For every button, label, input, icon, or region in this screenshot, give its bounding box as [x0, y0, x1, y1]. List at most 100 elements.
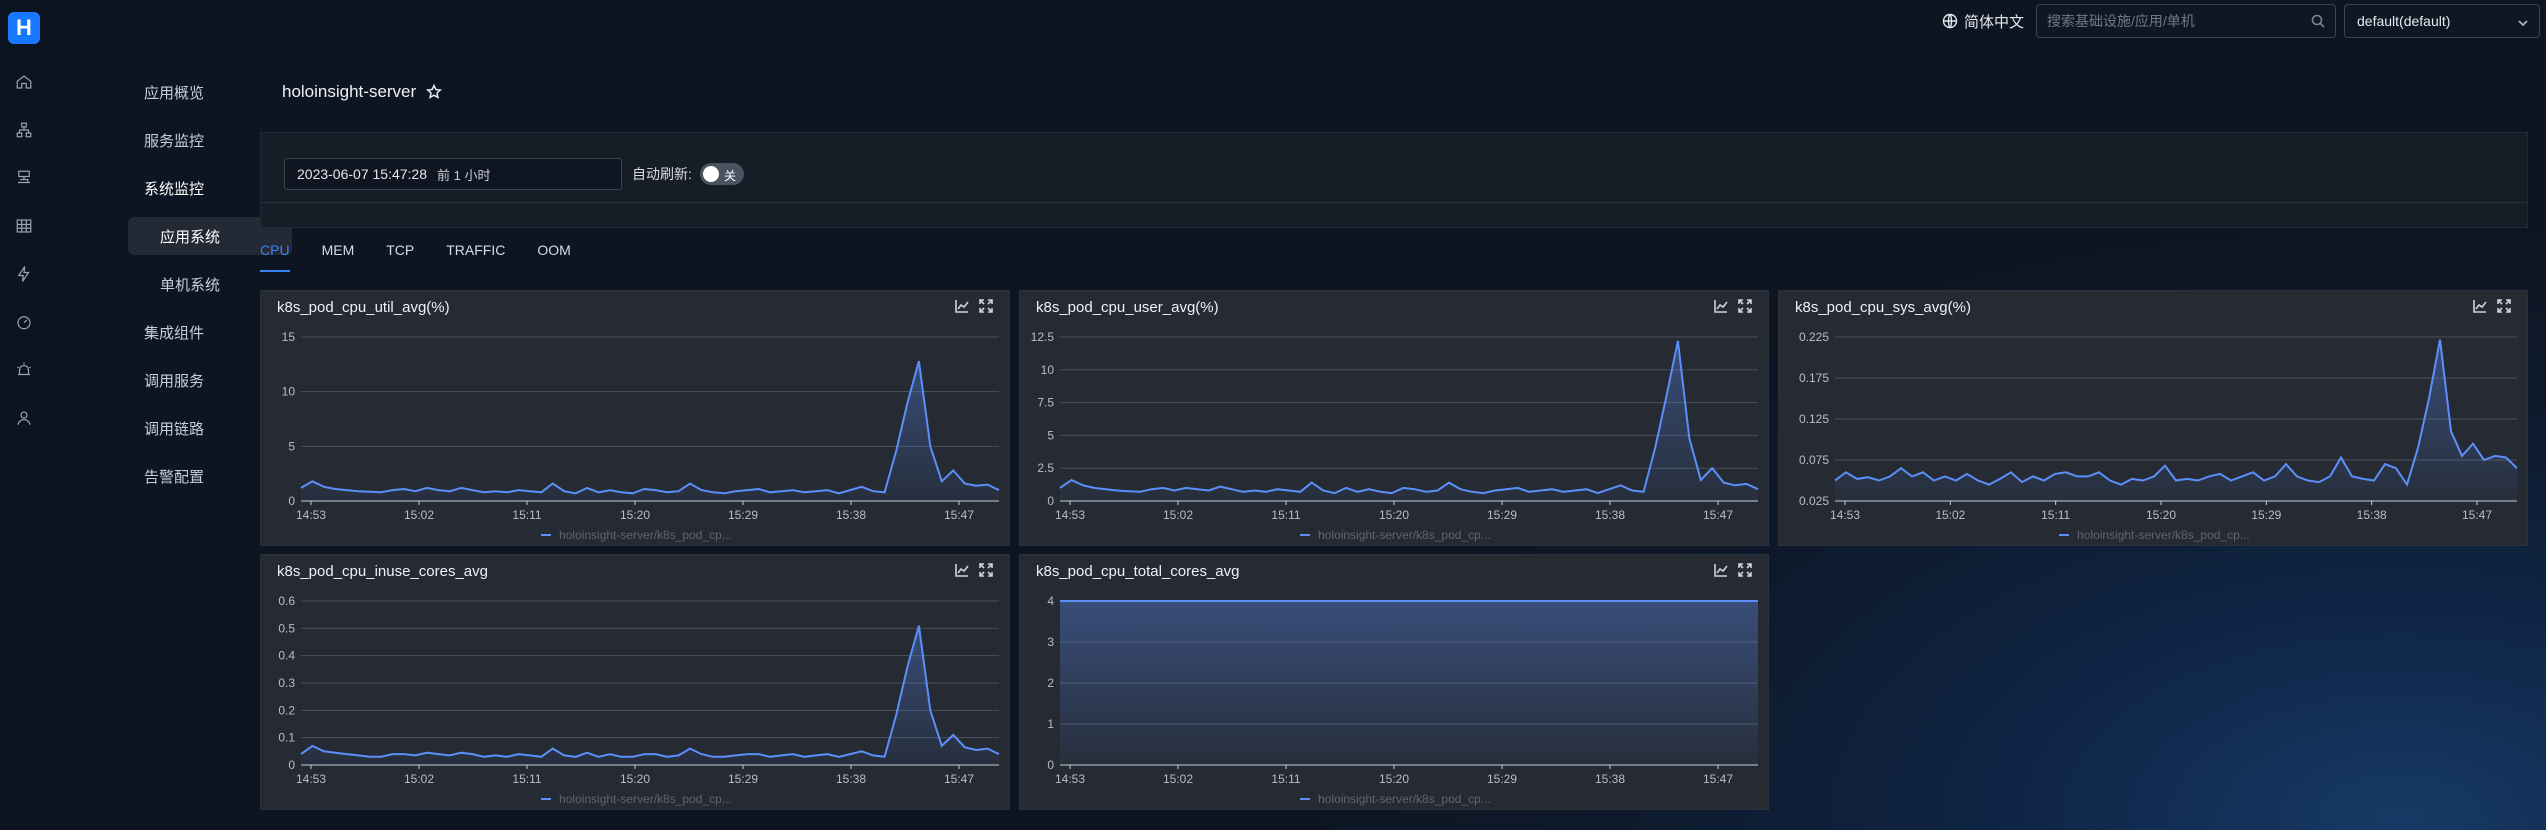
y-tick-label: 0: [1047, 494, 1054, 508]
search-icon[interactable]: [2311, 14, 2325, 28]
star-icon[interactable]: [426, 84, 443, 100]
chart-actions: [947, 299, 995, 315]
y-tick-label: 0.225: [1799, 330, 1829, 344]
server-icon[interactable]: [12, 166, 36, 190]
x-tick-label: 15:11: [512, 508, 541, 522]
x-tick-label: 14:53: [1055, 772, 1085, 786]
x-tick-label: 15:38: [2357, 508, 2387, 522]
x-tick-label: 15:20: [1379, 772, 1409, 786]
toggle-label: 关: [724, 169, 737, 183]
line-chart-icon[interactable]: [1714, 563, 1730, 579]
fullscreen-icon[interactable]: [979, 563, 995, 579]
chart-plot: 0.025 0.075 0.125 0.175 0.225 14:53 15:02 15:11…: [1799, 330, 2518, 542]
x-tick-label: 14:53: [296, 508, 326, 522]
chart-card-cpu-sys: k8s_pod_cpu_sys_avg(%) 0.025 0.075 0.125 0.1…: [1778, 290, 2528, 546]
x-tick-label: 15:02: [1163, 772, 1193, 786]
tab-traffic[interactable]: TRAFFIC: [446, 240, 505, 272]
chart-card-cpu-user: k8s_pod_cpu_user_avg(%) 0 2.5 5 7.5 10 12.5 14:…: [1019, 290, 1769, 546]
toggle-knob: [703, 166, 719, 182]
page-title: holoinsight-server: [282, 82, 443, 102]
tab-mem[interactable]: MEM: [322, 240, 355, 272]
table-icon[interactable]: [12, 214, 36, 238]
y-tick-label: 10: [1041, 363, 1055, 377]
alarm-icon[interactable]: [12, 358, 36, 382]
fullscreen-icon[interactable]: [1738, 299, 1754, 315]
x-tick-label: 15:11: [2041, 508, 2070, 522]
y-tick-label: 2: [1047, 676, 1054, 690]
time-range-picker[interactable]: 2023-06-07 15:47:28 前 1 小时: [284, 158, 622, 190]
line-chart-icon[interactable]: [1714, 299, 1730, 315]
x-tick-label: 15:38: [836, 508, 866, 522]
x-tick-label: 15:29: [728, 508, 758, 522]
metric-tabs: CPU MEM TCP TRAFFIC OOM: [260, 240, 603, 272]
y-tick-label: 0: [288, 494, 295, 508]
x-tick-label: 14:53: [1055, 508, 1085, 522]
dashboard-icon[interactable]: [12, 310, 36, 334]
chart-title: k8s_pod_cpu_inuse_cores_avg: [277, 563, 488, 580]
x-tick-label: 15:47: [2462, 508, 2492, 522]
menu-item-label: 调用链路: [144, 420, 205, 438]
x-tick-label: 15:20: [2146, 508, 2176, 522]
search-input[interactable]: [2037, 5, 2307, 37]
lightning-icon[interactable]: [12, 262, 36, 286]
y-tick-label: 0.2: [278, 703, 295, 717]
legend-label[interactable]: holoinsight-server/k8s_pod_cp...: [1318, 792, 1491, 806]
menu-item-app-overview[interactable]: 应用概览: [96, 73, 292, 111]
side-menu: 应用概览 服务监控 系统监控 应用系统 单机系统 集成组件 调用服务 调用链路 …: [48, 0, 292, 830]
chart-title: k8s_pod_cpu_total_cores_avg: [1036, 563, 1240, 580]
y-tick-label: 0.1: [278, 731, 295, 745]
x-tick-label: 15:11: [1271, 772, 1300, 786]
tab-cpu[interactable]: CPU: [260, 240, 290, 272]
chart-actions: [2465, 299, 2513, 315]
y-tick-label: 0.5: [278, 621, 295, 635]
line-chart-icon[interactable]: [955, 563, 971, 579]
x-tick-label: 15:20: [620, 508, 650, 522]
menu-item-label: 应用概览: [144, 84, 205, 102]
fullscreen-icon[interactable]: [2497, 299, 2513, 315]
legend-label[interactable]: holoinsight-server/k8s_pod_cp...: [2077, 528, 2250, 542]
home-icon[interactable]: [12, 70, 36, 94]
menu-item-label: 应用系统: [160, 228, 221, 246]
topology-icon[interactable]: [12, 118, 36, 142]
y-tick-label: 3: [1047, 635, 1054, 649]
tenant-select[interactable]: default(default): [2344, 4, 2540, 38]
legend-label[interactable]: holoinsight-server/k8s_pod_cp...: [559, 528, 732, 542]
chart-title: k8s_pod_cpu_user_avg(%): [1036, 299, 1219, 316]
fullscreen-icon[interactable]: [1738, 563, 1754, 579]
line-chart-icon[interactable]: [955, 299, 971, 315]
x-tick-label: 15:38: [1595, 508, 1625, 522]
chart-plot: 0 1 2 3 4 14:53 15:02 15:11 15:20 15:29 15:38 15:47…: [1047, 594, 1758, 806]
x-tick-label: 15:38: [1595, 772, 1625, 786]
x-tick-label: 15:47: [944, 508, 974, 522]
x-tick-label: 14:53: [296, 772, 326, 786]
x-tick-label: 15:02: [404, 508, 434, 522]
y-tick-label: 0.6: [278, 594, 295, 608]
menu-item-label: 系统监控: [144, 180, 205, 198]
series-area: [301, 625, 999, 765]
chart-card-cpu-total-cores: k8s_pod_cpu_total_cores_avg 0 1 2 3 4 14:53 15:…: [1019, 554, 1769, 810]
search-box[interactable]: [2036, 4, 2336, 38]
y-tick-label: 0.025: [1799, 494, 1829, 508]
menu-item-label: 服务监控: [144, 132, 205, 150]
x-tick-label: 15:02: [1163, 508, 1193, 522]
legend-label[interactable]: holoinsight-server/k8s_pod_cp...: [559, 792, 732, 806]
x-tick-label: 15:29: [1487, 772, 1517, 786]
chart-plot: 0 5 10 15 14:53 15:02 15:11 15:20 15:29 15:38 15:4…: [282, 330, 1000, 542]
chart-card-cpu-util: k8s_pod_cpu_util_avg(%) 0 5 10 15 14:53 15:02 1…: [260, 290, 1010, 546]
tab-oom[interactable]: OOM: [537, 240, 570, 272]
y-tick-label: 1: [1047, 717, 1054, 731]
app-logo[interactable]: H: [8, 12, 40, 44]
chart-actions: [1706, 299, 1754, 315]
line-chart-icon[interactable]: [2473, 299, 2489, 315]
legend-label[interactable]: holoinsight-server/k8s_pod_cp...: [1318, 528, 1491, 542]
menu-item-label: 调用服务: [144, 372, 205, 390]
language-switcher[interactable]: 简体中文: [1942, 10, 2024, 32]
fullscreen-icon[interactable]: [979, 299, 995, 315]
series-area: [1060, 340, 1758, 501]
time-value: 2023-06-07 15:47:28: [297, 166, 427, 182]
user-icon[interactable]: [12, 406, 36, 430]
tab-tcp[interactable]: TCP: [386, 240, 414, 272]
x-tick-label: 15:11: [1271, 508, 1300, 522]
series-area: [301, 361, 999, 501]
auto-refresh-toggle[interactable]: 关: [700, 163, 744, 185]
